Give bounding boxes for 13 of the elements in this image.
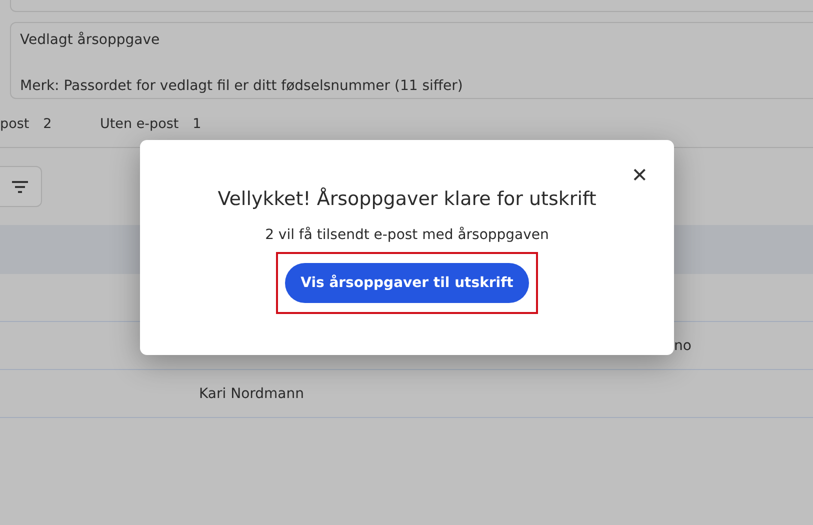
filter-button[interactable]: [0, 166, 42, 207]
message-field[interactable]: Vedlagt årsoppgave Merk: Passordet for vedlagt fil er ditt fødselsnummer (11 siffer): [10, 22, 813, 99]
filter-icon: [11, 180, 29, 194]
dialog-message: 2 vil få tilsendt e-post med årsoppgaven: [265, 226, 549, 244]
count-label[interactable]: Uten e-post: [100, 116, 179, 132]
dialog-title: Vellykket! Årsoppgaver klare for utskrift: [218, 187, 596, 211]
close-button[interactable]: ✕: [631, 164, 648, 186]
print-button[interactable]: Vis årsoppgaver til utskrift: [284, 263, 530, 303]
count-label[interactable]: post: [0, 116, 30, 132]
table-cell: Kari Nordmann: [199, 386, 304, 402]
table-cell: no: [674, 338, 692, 354]
count-value: 1: [192, 116, 202, 132]
count-value: 2: [43, 116, 52, 132]
